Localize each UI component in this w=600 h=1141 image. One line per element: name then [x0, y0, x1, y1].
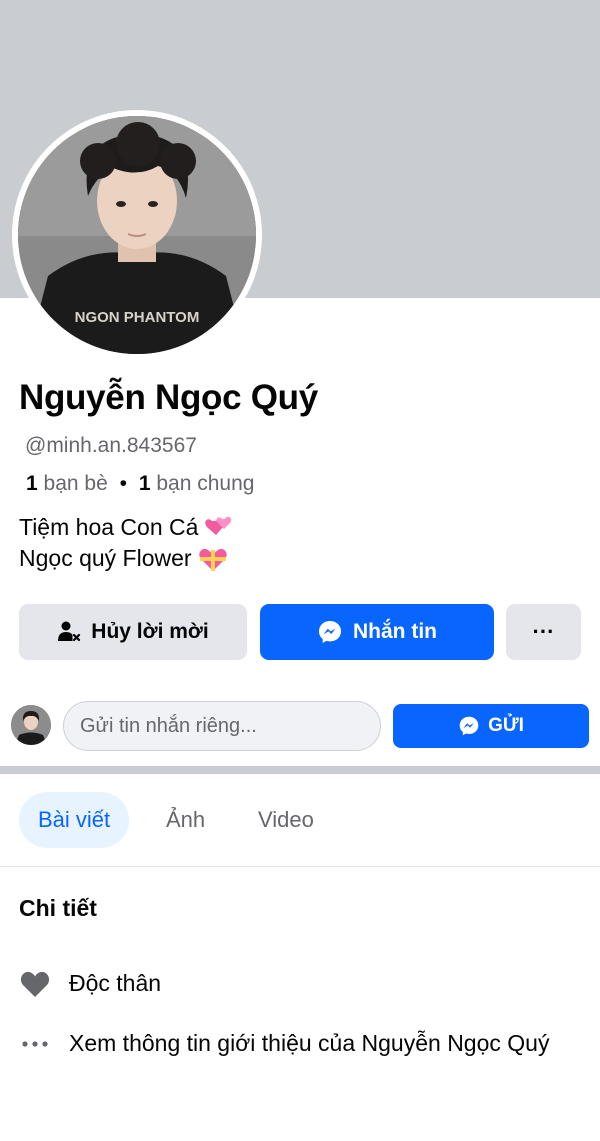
bio-line-1: Tiệm hoa Con Cá — [19, 514, 199, 540]
messenger-icon — [459, 716, 479, 736]
more-options-button[interactable]: ··· — [506, 604, 581, 660]
send-button[interactable]: GỬI — [393, 704, 589, 748]
ellipsis-icon — [22, 1040, 48, 1047]
details-title: Chi tiết — [19, 895, 97, 921]
message-label: Nhắn tin — [353, 620, 437, 643]
tab-videos[interactable]: Video — [258, 792, 314, 848]
friends-count: 1 — [26, 472, 38, 495]
private-message-input[interactable]: Gửi tin nhắn riêng... — [63, 701, 381, 751]
mutual-label: bạn chung — [156, 472, 255, 495]
profile-name: Nguyễn Ngọc Quý — [19, 378, 318, 417]
detail-relationship: Độc thân — [19, 966, 161, 1001]
send-label: GỬI — [488, 715, 524, 736]
stats-separator: • — [119, 472, 127, 495]
heart-icon — [20, 971, 50, 997]
tabs-divider — [0, 866, 600, 867]
person-cancel-icon — [58, 621, 81, 642]
section-divider — [0, 766, 600, 774]
tab-photos-label: Ảnh — [166, 807, 206, 832]
mutual-count: 1 — [138, 472, 151, 495]
heart-hearts-emoji — [205, 516, 232, 535]
message-placeholder: Gửi tin nhắn riêng... — [80, 714, 257, 737]
shirt-print: NGON PHANTOM — [75, 309, 200, 326]
profile-handle: @minh.an.843567 — [25, 434, 197, 457]
message-button[interactable]: Nhắn tin — [260, 604, 494, 660]
detail-see-more[interactable]: Xem thông tin giới thiệu của Nguyễn Ngọc… — [19, 1026, 579, 1061]
my-avatar — [11, 705, 51, 745]
relationship-status: Độc thân — [69, 970, 162, 996]
more-icon: ··· — [532, 619, 555, 644]
gift-heart-emoji — [198, 548, 227, 571]
friend-stats[interactable]: 1 bạn bè • 1 bạn chung — [26, 472, 254, 496]
profile-photo-image: NGON PHANTOM — [18, 116, 256, 354]
see-about-link: Xem thông tin giới thiệu của Nguyễn Ngọc… — [69, 1030, 550, 1056]
avatar-image — [11, 705, 51, 745]
tab-posts[interactable]: Bài viết — [19, 792, 130, 848]
tab-videos-label: Video — [258, 807, 314, 832]
tab-posts-label: Bài viết — [38, 807, 111, 832]
friends-label: bạn bè — [43, 472, 108, 495]
cancel-request-label: Hủy lời mời — [91, 620, 209, 643]
profile-bio: Tiệm hoa Con Cá Ngọc quý Flower — [19, 512, 234, 574]
bio-line-2: Ngọc quý Flower — [19, 545, 192, 571]
cancel-request-button[interactable]: Hủy lời mời — [19, 604, 247, 660]
messenger-icon — [319, 621, 341, 643]
tab-photos[interactable]: Ảnh — [166, 792, 205, 848]
profile-picture[interactable]: NGON PHANTOM — [12, 110, 262, 360]
